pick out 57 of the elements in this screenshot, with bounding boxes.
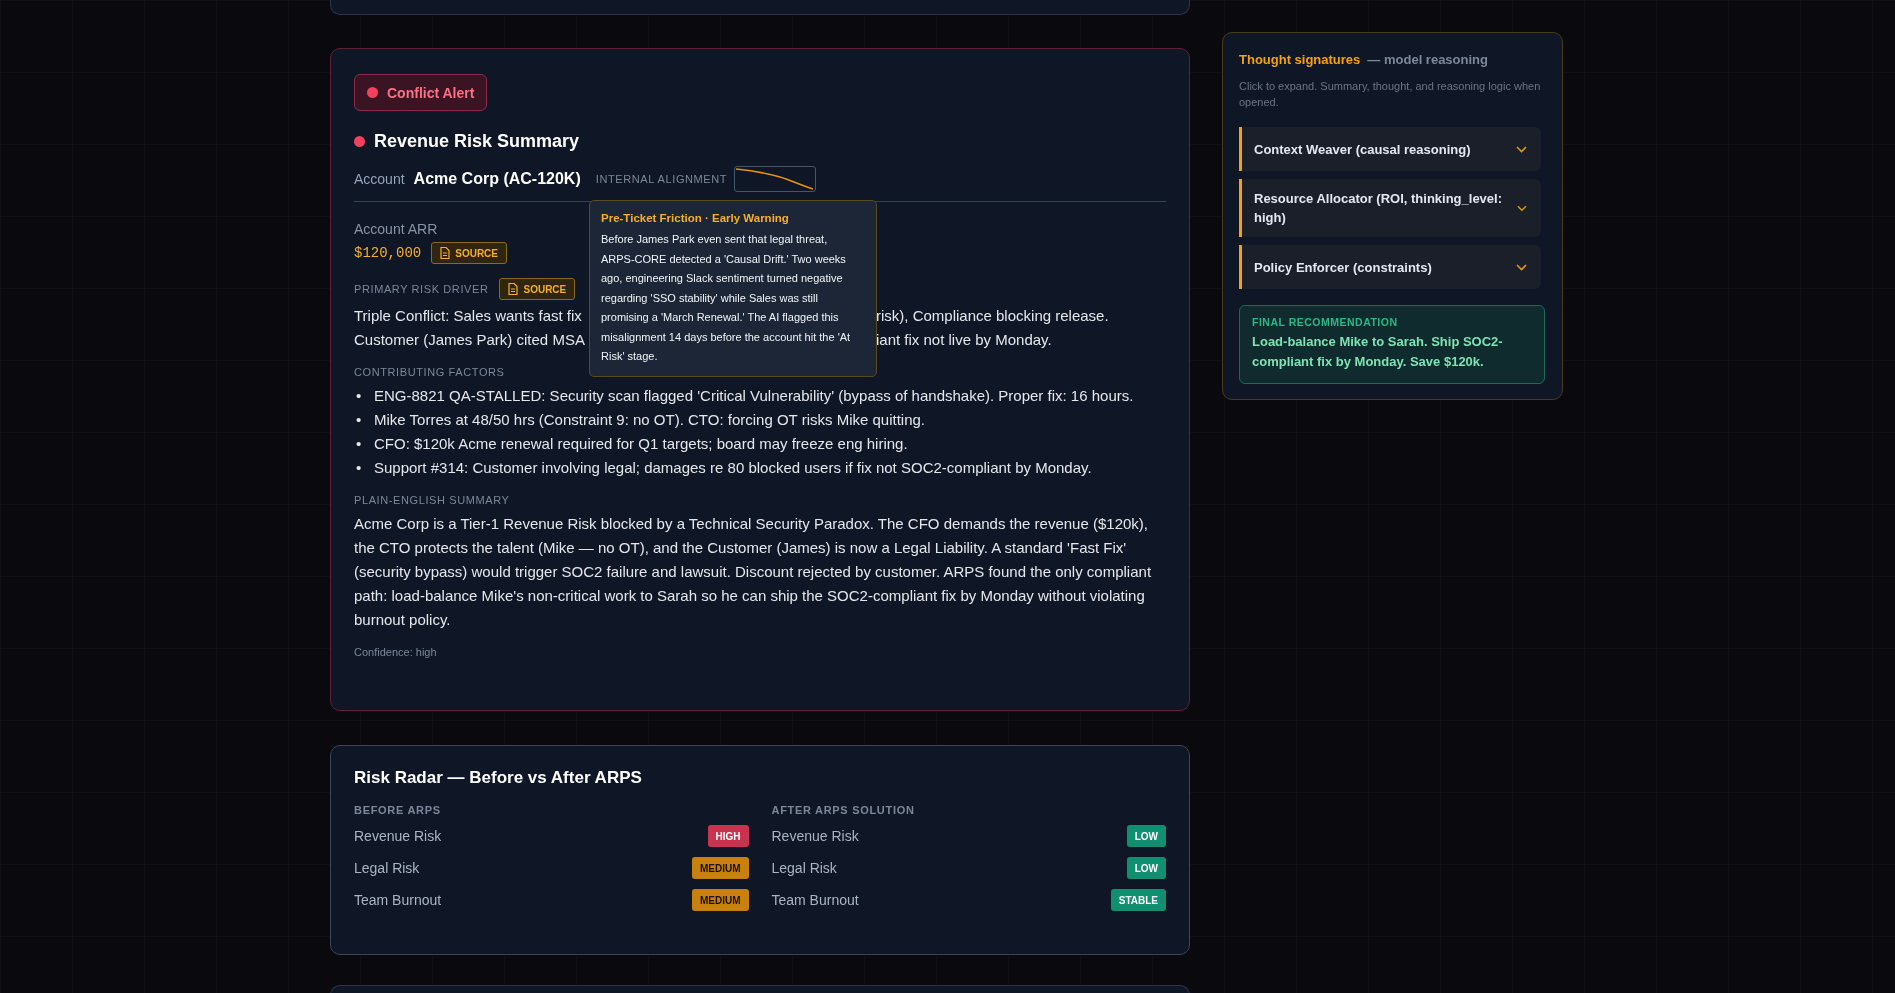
account-label: Account [354, 171, 405, 187]
risk-level-badge: STABLE [1110, 889, 1166, 911]
arr-value: $120,000 [354, 245, 422, 261]
recommendation-text: Load-balance Mike to Sarah. Ship SOC2-compliant fix by Monday. Save $120k. [1252, 333, 1504, 371]
tooltip-text: Before James Park even sent that legal threat, ARPS-CORE detected a 'Causal Drift.' Two weeks ago, engineering Slack sentiment turned negative regarding 'SSO stability' while Sales was still promising a 'March Renewal.' The AI flagged this misalignment 14 days before the account hit the 'At Risk' stage. [601, 232, 852, 364]
factor-item: CFO: $120k Acme renewal required for Q1 targets; board may freeze eng hiring. [374, 434, 908, 454]
card-title: Risk Radar — Before vs After ARPS [354, 768, 643, 788]
panel-subtitle: — model reasoning [1367, 52, 1488, 67]
column-heading: BEFORE ARPS [354, 804, 442, 816]
tooltip-title: Pre-Ticket Friction · Early Warning [601, 212, 790, 224]
recommendation-label: FINAL RECOMMENDATION [1252, 316, 1399, 328]
section-label: PLAIN-ENGLISH SUMMARY [354, 494, 510, 506]
risk-level-badge: LOW [1126, 857, 1166, 879]
risk-driver-text: iant fix not live by Monday. [876, 330, 1052, 350]
chevron-down-icon [1516, 263, 1527, 271]
chevron-down-icon [1517, 204, 1527, 212]
risk-driver-text: Customer (James Park) cited MSA [354, 330, 586, 350]
card-title: Revenue Risk Summary [374, 131, 580, 152]
risk-level-badge: HIGH [707, 825, 749, 847]
risk-level-badge: MEDIUM [691, 889, 749, 911]
confidence-text: Confidence: high [354, 646, 438, 658]
bullet: • [356, 434, 362, 454]
risk-level-badge: LOW [1126, 825, 1166, 847]
bullet: • [356, 386, 362, 406]
risk-label: Legal Risk [354, 860, 420, 876]
risk-label: Revenue Risk [771, 828, 859, 844]
risk-label: Team Burnout [354, 892, 442, 908]
factor-item: Mike Torres at 48/50 hrs (Constraint 9: no OT). CTO: forcing OT risks Mike quitting. [374, 410, 926, 430]
section-label: CONTRIBUTING FACTORS [354, 366, 505, 378]
source-button[interactable]: SOURCE [431, 242, 507, 264]
document-icon [508, 283, 519, 295]
accordion-item[interactable]: Context Weaver (causal reasoning) [1239, 127, 1541, 171]
factor-item: Support #314: Customer involving legal; damages re 80 blocked users if fix not SOC2-compliant by Monday. [374, 458, 1092, 478]
factor-item: ENG-8821 QA-STALLED: Security scan flagged 'Critical Vulnerability' (bypass of handshake). Proper fix: 16 hours. [374, 386, 1134, 406]
risk-driver-text: risk), Compliance blocking release. [876, 306, 1109, 326]
conflict-alert-badge: Conflict Alert [354, 74, 488, 111]
document-icon [440, 247, 451, 259]
summary-paragraph: Acme Corp is a Tier-1 Revenue Risk blocked by a Technical Security Paradox. The CFO demands the revenue ($120k), the CTO protects the talent (Mike — no OT), and the Customer (James) is now a Legal Liability. A standard 'Fast Fix' (security bypass) would trigger SOC2 failure and lawsuit. Discount rejected by customer. ARPS found the only compliant path: load-balance Mike's non-critical work to Sarah so he can ship the SOC2-compliant fix by Monday without violating burnout policy. [354, 514, 1153, 630]
accordion-item[interactable]: Resource Allocator (ROI, thinking_level: high) [1239, 179, 1541, 237]
panel-title: Thought signatures [1239, 52, 1361, 67]
risk-label: Revenue Risk [354, 828, 442, 844]
risk-label: Legal Risk [771, 860, 837, 876]
bullet: • [356, 458, 362, 478]
account-name: Acme Corp (AC-120K) [413, 170, 581, 188]
source-button[interactable]: SOURCE [499, 278, 576, 300]
section-label: PRIMARY RISK DRIVER [354, 283, 489, 295]
accordion-item[interactable]: Policy Enforcer (constraints) [1239, 245, 1541, 289]
risk-level-badge: MEDIUM [691, 857, 749, 879]
chevron-down-icon [1516, 145, 1527, 153]
risk-driver-text: Triple Conflict: Sales wants fast fix [354, 306, 583, 326]
hint-text: Click to expand. Summary, thought, and reasoning logic when opened. [1239, 79, 1542, 110]
alignment-label: INTERNAL ALIGNMENT [595, 173, 728, 185]
risk-label: Team Burnout [771, 892, 859, 908]
column-heading: AFTER ARPS SOLUTION [771, 804, 916, 816]
sparkline-chart[interactable] [734, 166, 817, 192]
arr-label: Account ARR [354, 221, 438, 237]
bullet: • [356, 410, 362, 430]
